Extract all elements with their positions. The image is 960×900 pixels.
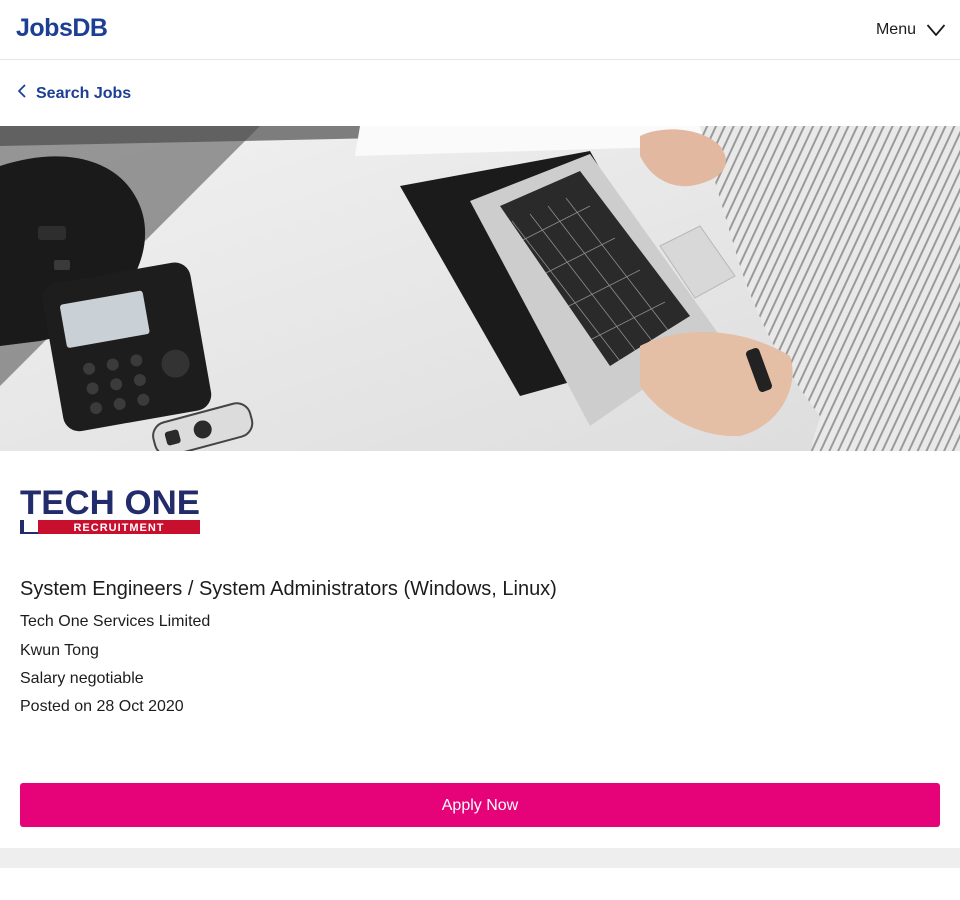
apply-now-button[interactable]: Apply Now [20, 783, 940, 827]
back-to-search-link[interactable]: Search Jobs [16, 83, 131, 105]
company-name[interactable]: Tech One Services Limited [20, 612, 210, 632]
company-banner-image [0, 126, 960, 451]
top-bar: JobsDB Menu [0, 0, 960, 60]
job-posted-date: Posted on 28 Oct 2020 [20, 698, 184, 715]
job-salary: Salary negotiable [20, 670, 144, 687]
chevron-left-icon [16, 83, 28, 105]
office-desk-photo [0, 126, 960, 451]
tech-one-logo: TECH ONE RECRUITMENT [20, 484, 200, 534]
jobsdb-logo[interactable]: JobsDB [16, 14, 108, 42]
page-divider [0, 848, 960, 868]
back-link-label: Search Jobs [36, 85, 132, 102]
company-logo: TECH ONE RECRUITMENT [20, 484, 200, 536]
menu-button[interactable]: Menu [876, 17, 946, 43]
job-title: System Engineers / System Administrators… [20, 578, 557, 600]
job-location: Kwun Tong [20, 642, 99, 659]
company-logo-sub-text: RECRUITMENT [73, 522, 164, 534]
company-logo-main-text: TECH ONE [20, 484, 200, 522]
menu-label: Menu [875, 21, 916, 38]
breadcrumb-bar: Search Jobs [0, 61, 960, 126]
chevron-down-icon [926, 23, 946, 37]
